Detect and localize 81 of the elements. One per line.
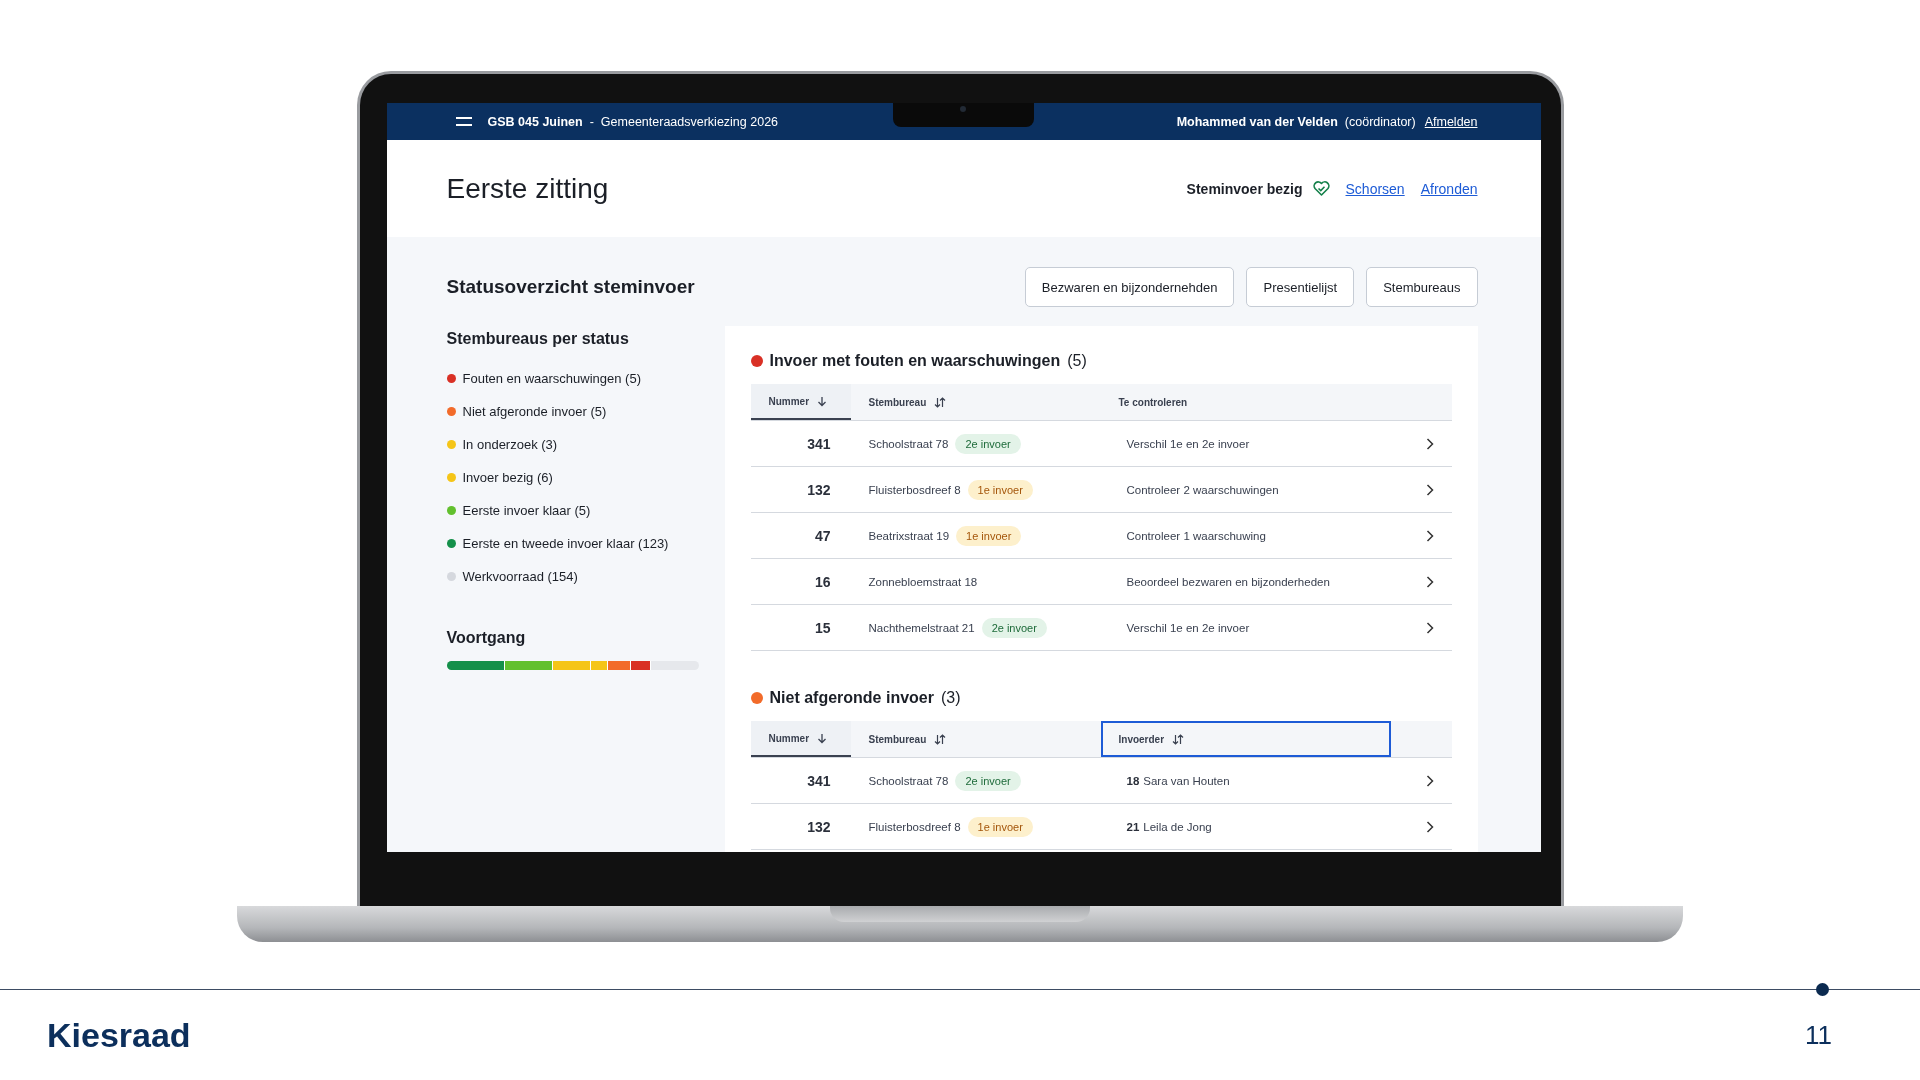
user-number: 21 — [1126, 820, 1140, 833]
table-title: Invoer met fouten en waarschuwingen — [769, 352, 1061, 370]
station-number: 15 — [814, 619, 831, 636]
legend-label: Werkvoorraad (154) — [462, 569, 578, 584]
table-row[interactable]: 16 Zonnebloemstraat 18 Beoordeel bezwaren en bijzonderheden — [750, 559, 1452, 605]
table-row[interactable]: 132 Fluisterbosdreef 8 1e invoer 21 Leila de Jong — [750, 804, 1452, 850]
station-name: GSB 045 Juinen — [487, 114, 583, 129]
toolbar-button[interactable]: Presentielijst — [1246, 267, 1355, 307]
station-number: 341 — [807, 772, 831, 789]
table-row[interactable]: 341 Schoolstraat 78 2e invoer Verschil 1e en 2e invoer — [750, 421, 1452, 467]
column-header[interactable]: Stembureau — [850, 384, 1101, 420]
legend-label: Fouten en waarschuwingen (5) — [462, 371, 641, 386]
user-name: Mohammed van der Velden — [1176, 114, 1338, 129]
row-detail: Verschil 1e en 2e invoer — [1126, 621, 1250, 634]
chevron-right-icon — [1426, 575, 1434, 588]
table-row[interactable]: 47 Beatrixstraat 19 1e invoer Controleer 1 waarschuwing — [750, 513, 1452, 559]
page-title: Eerste zitting — [446, 172, 609, 205]
chevron-right-icon — [1426, 437, 1434, 450]
row-detail: Leila de Jong — [1143, 820, 1212, 833]
station-address: Zonnebloemstraat 18 — [868, 575, 978, 588]
row-detail: Beoordeel bezwaren en bijzonderheden — [1126, 575, 1330, 588]
chevron-right-icon — [1426, 774, 1434, 787]
station-address: Beatrixstraat 19 — [868, 529, 950, 542]
chevron-right-icon — [1426, 621, 1434, 634]
station-number: 47 — [814, 527, 831, 544]
table-title: Niet afgeronde invoer — [769, 689, 934, 707]
timeline-dot — [1816, 983, 1829, 996]
station-number: 132 — [807, 818, 831, 835]
entry-badge: 1e invoer — [967, 479, 1033, 500]
entry-badge: 1e invoer — [967, 816, 1033, 837]
election-name: Gemeenteraadsverkiezing 2026 — [600, 114, 779, 129]
column-header: Te controleren — [1117, 395, 1189, 410]
section-title: Statusoverzicht steminvoer — [446, 276, 695, 298]
entry-badge: 2e invoer — [955, 770, 1021, 791]
table-count: (3) — [941, 689, 961, 707]
station-number: 341 — [807, 435, 831, 452]
toolbar-button[interactable]: Bezwaren en bijzondernehden — [1024, 267, 1235, 307]
logout-link[interactable]: Afmelden — [1424, 114, 1478, 129]
legend-label: Eerste invoer klaar (5) — [462, 503, 591, 518]
station-address: Fluisterbosdreef 8 — [868, 820, 961, 833]
entry-badge: 1e invoer — [956, 525, 1022, 546]
row-detail: Verschil 1e en 2e invoer — [1126, 437, 1250, 450]
table-count: (5) — [1067, 352, 1087, 370]
header-link[interactable]: Schorsen — [1345, 180, 1405, 197]
chevron-right-icon — [1426, 483, 1434, 496]
user-role: (coördinator) — [1344, 114, 1416, 129]
table-row[interactable]: 132 Fluisterbosdreef 8 1e invoer Controleer 2 waarschuwingen — [750, 467, 1452, 513]
station-address: Schoolstraat 78 — [868, 437, 949, 450]
row-detail: Controleer 1 waarschuwing — [1126, 529, 1266, 542]
page-number: 11 — [1805, 1020, 1832, 1051]
column-header[interactable]: Invoerder — [1100, 721, 1391, 757]
menu-icon[interactable] — [455, 116, 472, 127]
column-header[interactable]: Nummer — [750, 721, 851, 757]
legend-label: In onderzoek (3) — [462, 437, 558, 452]
legend-label: Invoer bezig (6) — [462, 470, 553, 485]
user-number: 18 — [1126, 774, 1140, 787]
legend-label: Eerste en tweede invoer klaar (123) — [462, 536, 669, 551]
column-header[interactable]: Stembureau — [850, 721, 1101, 757]
column-header[interactable]: Nummer — [750, 384, 851, 420]
progress-title: Voortgang — [446, 629, 527, 647]
table-row[interactable]: 15 Nachthemelstraat 21 2e invoer Verschil 1e en 2e invoer — [750, 605, 1452, 651]
kiesraad-logo: Kiesraad — [47, 1016, 191, 1055]
separator: - — [589, 114, 594, 129]
entry-badge: 2e invoer — [955, 433, 1021, 454]
heart-check-icon — [1312, 181, 1330, 196]
legend-label: Niet afgeronde invoer (5) — [462, 404, 607, 419]
station-address: Nachthemelstraat 21 — [868, 621, 975, 634]
station-number: 132 — [807, 481, 831, 498]
table-row[interactable]: 341 Schoolstraat 78 2e invoer 18 Sara van Houten — [750, 758, 1452, 804]
chevron-right-icon — [1426, 529, 1434, 542]
station-address: Schoolstraat 78 — [868, 774, 949, 787]
row-detail: Controleer 2 waarschuwingen — [1126, 483, 1279, 496]
chevron-right-icon — [1426, 820, 1434, 833]
row-detail: Sara van Houten — [1143, 774, 1230, 787]
header-link[interactable]: Afronden — [1420, 180, 1478, 197]
entry-badge: 2e invoer — [981, 617, 1047, 638]
legend-title: Stembureaus per status — [446, 330, 630, 348]
toolbar-button[interactable]: Stembureaus — [1366, 267, 1478, 307]
station-address: Fluisterbosdreef 8 — [868, 483, 961, 496]
station-number: 16 — [814, 573, 831, 590]
status-label: Steminvoer bezig — [1186, 180, 1303, 197]
